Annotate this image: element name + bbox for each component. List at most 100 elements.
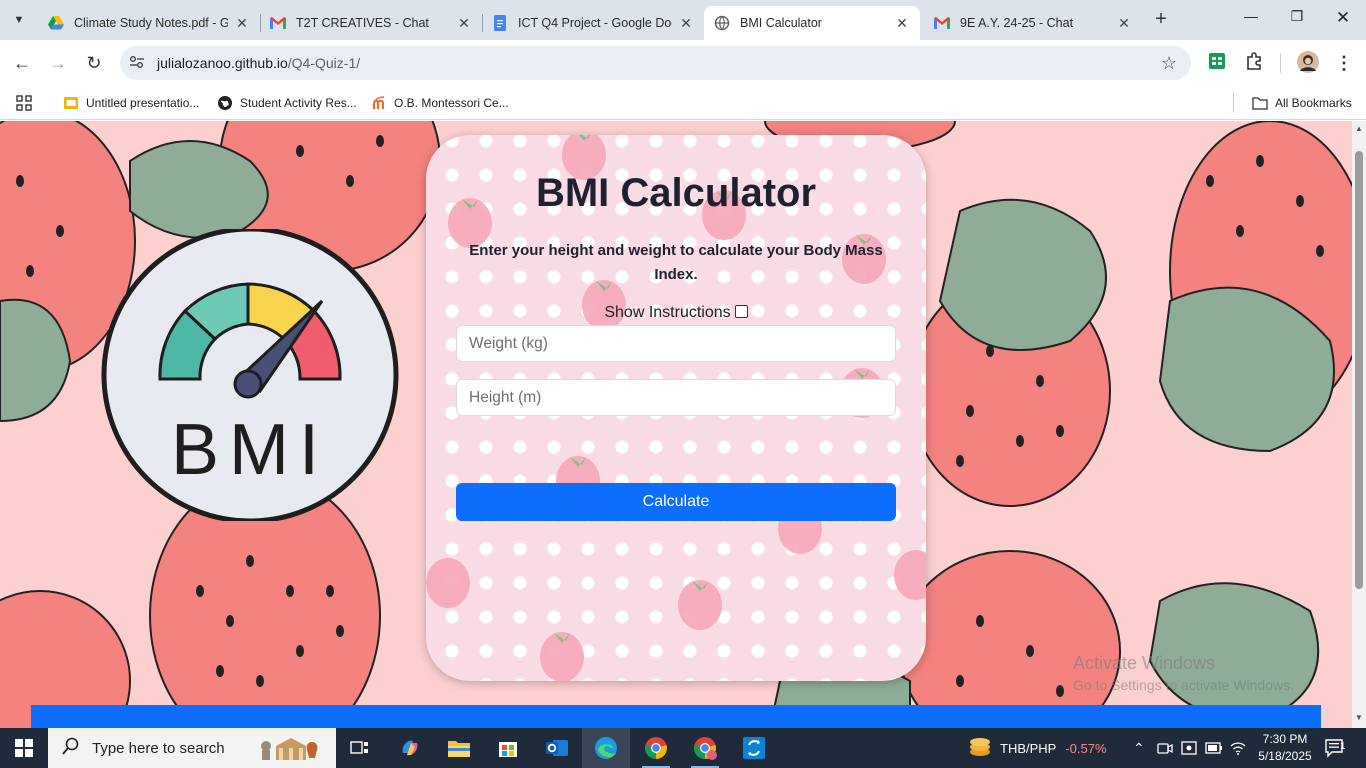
file-explorer-icon[interactable]: [435, 728, 483, 768]
bmi-gauge-logo: BMI: [101, 229, 399, 521]
gmail-icon: [934, 15, 950, 31]
close-icon[interactable]: ✕: [894, 15, 910, 32]
activate-windows-watermark: Activate Windows Go to Settings to activ…: [1073, 652, 1294, 696]
show-hidden-icons-chevron-icon[interactable]: ⌃: [1133, 728, 1145, 768]
windows-taskbar: Type here to search THB/PHP -0.57% ⌃ 7:3…: [0, 728, 1366, 768]
height-input[interactable]: [456, 379, 896, 416]
toolbar-divider: [1280, 53, 1281, 73]
tab-title: T2T CREATIVES - Chat: [296, 16, 429, 30]
all-bookmarks[interactable]: All Bookmarks: [1252, 92, 1352, 114]
microsoft-store-icon[interactable]: [484, 728, 532, 768]
tab-title: Climate Study Notes.pdf - Go: [74, 16, 228, 30]
tab-ict-project[interactable]: ICT Q4 Project - Google Doc ✕: [482, 6, 704, 40]
show-instructions-row[interactable]: Show Instructions: [426, 304, 926, 322]
bookmarks-divider: [1233, 92, 1234, 112]
page-footer-bar: [31, 705, 1321, 728]
currency-chart-icon: [968, 736, 992, 761]
bookmark-label: O.B. Montessori Ce...: [394, 96, 509, 110]
all-bookmarks-label: All Bookmarks: [1275, 96, 1352, 110]
screen-record-icon[interactable]: [1181, 728, 1197, 768]
taskbar-search-placeholder: Type here to search: [92, 739, 225, 757]
url-domain: julialozanoo.github.io: [157, 55, 288, 71]
search-icon: [62, 737, 80, 760]
close-icon[interactable]: ✕: [678, 15, 694, 32]
close-icon[interactable]: ✕: [456, 15, 472, 32]
profile-avatar[interactable]: [1297, 51, 1319, 73]
reload-icon[interactable]: ↻: [82, 51, 106, 75]
gmail-icon: [270, 15, 286, 31]
restore-icon[interactable]: ❐: [1282, 8, 1312, 32]
tab-search-chevron-icon[interactable]: ▼: [6, 7, 32, 33]
globe-icon: [217, 95, 233, 111]
show-instructions-checkbox[interactable]: [734, 305, 748, 318]
scroll-down-arrow-icon[interactable]: ▼: [1354, 713, 1364, 723]
windows-start-icon[interactable]: [0, 728, 48, 768]
address-bar[interactable]: julialozanoo.github.io/Q4-Quiz-1/ ☆: [120, 46, 1191, 80]
notification-count: 1: [1340, 741, 1346, 752]
bookmark-ob-montessori[interactable]: O.B. Montessori Ce...: [371, 92, 509, 114]
tab-climate-notes[interactable]: Climate Study Notes.pdf - Go ✕: [38, 6, 260, 40]
bookmarks-bar: Untitled presentatio... Student Activity…: [0, 86, 1366, 120]
remote-app-icon[interactable]: [730, 728, 778, 768]
bookmark-untitled-presentation[interactable]: Untitled presentatio...: [63, 92, 199, 114]
tab-9e-chat[interactable]: 9E A.Y. 24-25 - Chat ✕: [924, 6, 1142, 40]
edge-icon[interactable]: [582, 728, 630, 768]
google-drive-icon: [48, 15, 64, 31]
google-slides-icon: [63, 95, 79, 111]
currency-change: -0.57%: [1065, 740, 1107, 756]
page-title: BMI Calculator: [535, 171, 817, 215]
notifications-icon[interactable]: 1: [1324, 728, 1346, 768]
system-clock[interactable]: 7:30 PM 5/18/2025: [1255, 731, 1315, 765]
close-icon[interactable]: ✕: [1116, 15, 1132, 32]
apps-grid-icon[interactable]: [16, 92, 32, 114]
outlook-icon[interactable]: [533, 728, 581, 768]
close-icon[interactable]: ✕: [234, 15, 250, 32]
chrome-icon[interactable]: [632, 728, 680, 768]
battery-icon[interactable]: [1205, 728, 1223, 768]
minimize-icon[interactable]: —: [1236, 8, 1266, 32]
folder-icon: [1252, 95, 1268, 111]
scroll-up-arrow-icon[interactable]: ▲: [1354, 124, 1364, 134]
bookmark-student-activity[interactable]: Student Activity Res...: [217, 92, 357, 114]
new-tab-plus-icon[interactable]: +: [1149, 8, 1173, 32]
meet-now-icon[interactable]: [1157, 728, 1173, 768]
page-viewport: BMI BMI Calculator Enter your height and…: [0, 121, 1352, 728]
weight-input[interactable]: [456, 325, 896, 362]
page-subtitle: Enter your height and weight to calculat…: [469, 242, 883, 283]
bookmark-star-icon[interactable]: ☆: [1161, 53, 1177, 74]
tab-title: BMI Calculator: [740, 16, 822, 30]
search-highlight-icon: [256, 734, 326, 766]
url-path: /Q4-Quiz-1/: [287, 55, 361, 71]
bmi-logo-text: BMI: [171, 410, 329, 490]
tab-bmi-calculator[interactable]: BMI Calculator ✕: [704, 6, 920, 40]
wifi-icon[interactable]: [1230, 728, 1246, 768]
browser-toolbar: ← → ↻ julialozanoo.github.io/Q4-Quiz-1/ …: [0, 40, 1366, 86]
google-docs-icon: [492, 15, 508, 31]
tab-t2t-creatives[interactable]: T2T CREATIVES - Chat ✕: [260, 6, 482, 40]
moodle-icon: [371, 95, 387, 111]
task-view-icon[interactable]: [336, 728, 384, 768]
bmi-calculator-card: BMI Calculator Enter your height and wei…: [426, 135, 926, 681]
tab-title: ICT Q4 Project - Google Doc: [518, 16, 672, 30]
site-settings-icon[interactable]: [129, 55, 145, 71]
taskbar-search-box[interactable]: Type here to search: [48, 728, 336, 768]
tab-title: 9E A.Y. 24-25 - Chat: [960, 16, 1074, 30]
clock-date: 5/18/2025: [1258, 749, 1312, 763]
extensions-puzzle-icon[interactable]: [1245, 52, 1265, 72]
url-text: julialozanoo.github.io/Q4-Quiz-1/: [157, 55, 360, 71]
browser-menu-icon[interactable]: ⋮: [1332, 51, 1356, 75]
chrome-profile-icon[interactable]: [681, 728, 729, 768]
window-close-icon[interactable]: ✕: [1328, 8, 1358, 32]
forward-arrow-icon[interactable]: →: [46, 51, 70, 75]
google-sheets-extension-icon[interactable]: [1208, 52, 1228, 72]
bookmark-label: Untitled presentatio...: [86, 96, 200, 110]
scrollbar-thumb[interactable]: [1355, 151, 1363, 589]
currency-widget[interactable]: THB/PHP -0.57%: [968, 728, 1107, 768]
bookmark-label: Student Activity Res...: [240, 96, 357, 110]
back-arrow-icon[interactable]: ←: [10, 51, 34, 75]
show-instructions-label: Show Instructions: [604, 304, 731, 321]
globe-icon: [714, 15, 730, 31]
calculate-button[interactable]: Calculate: [456, 483, 896, 521]
page-scrollbar[interactable]: ▲ ▼: [1352, 121, 1366, 728]
copilot-icon[interactable]: [386, 728, 434, 768]
